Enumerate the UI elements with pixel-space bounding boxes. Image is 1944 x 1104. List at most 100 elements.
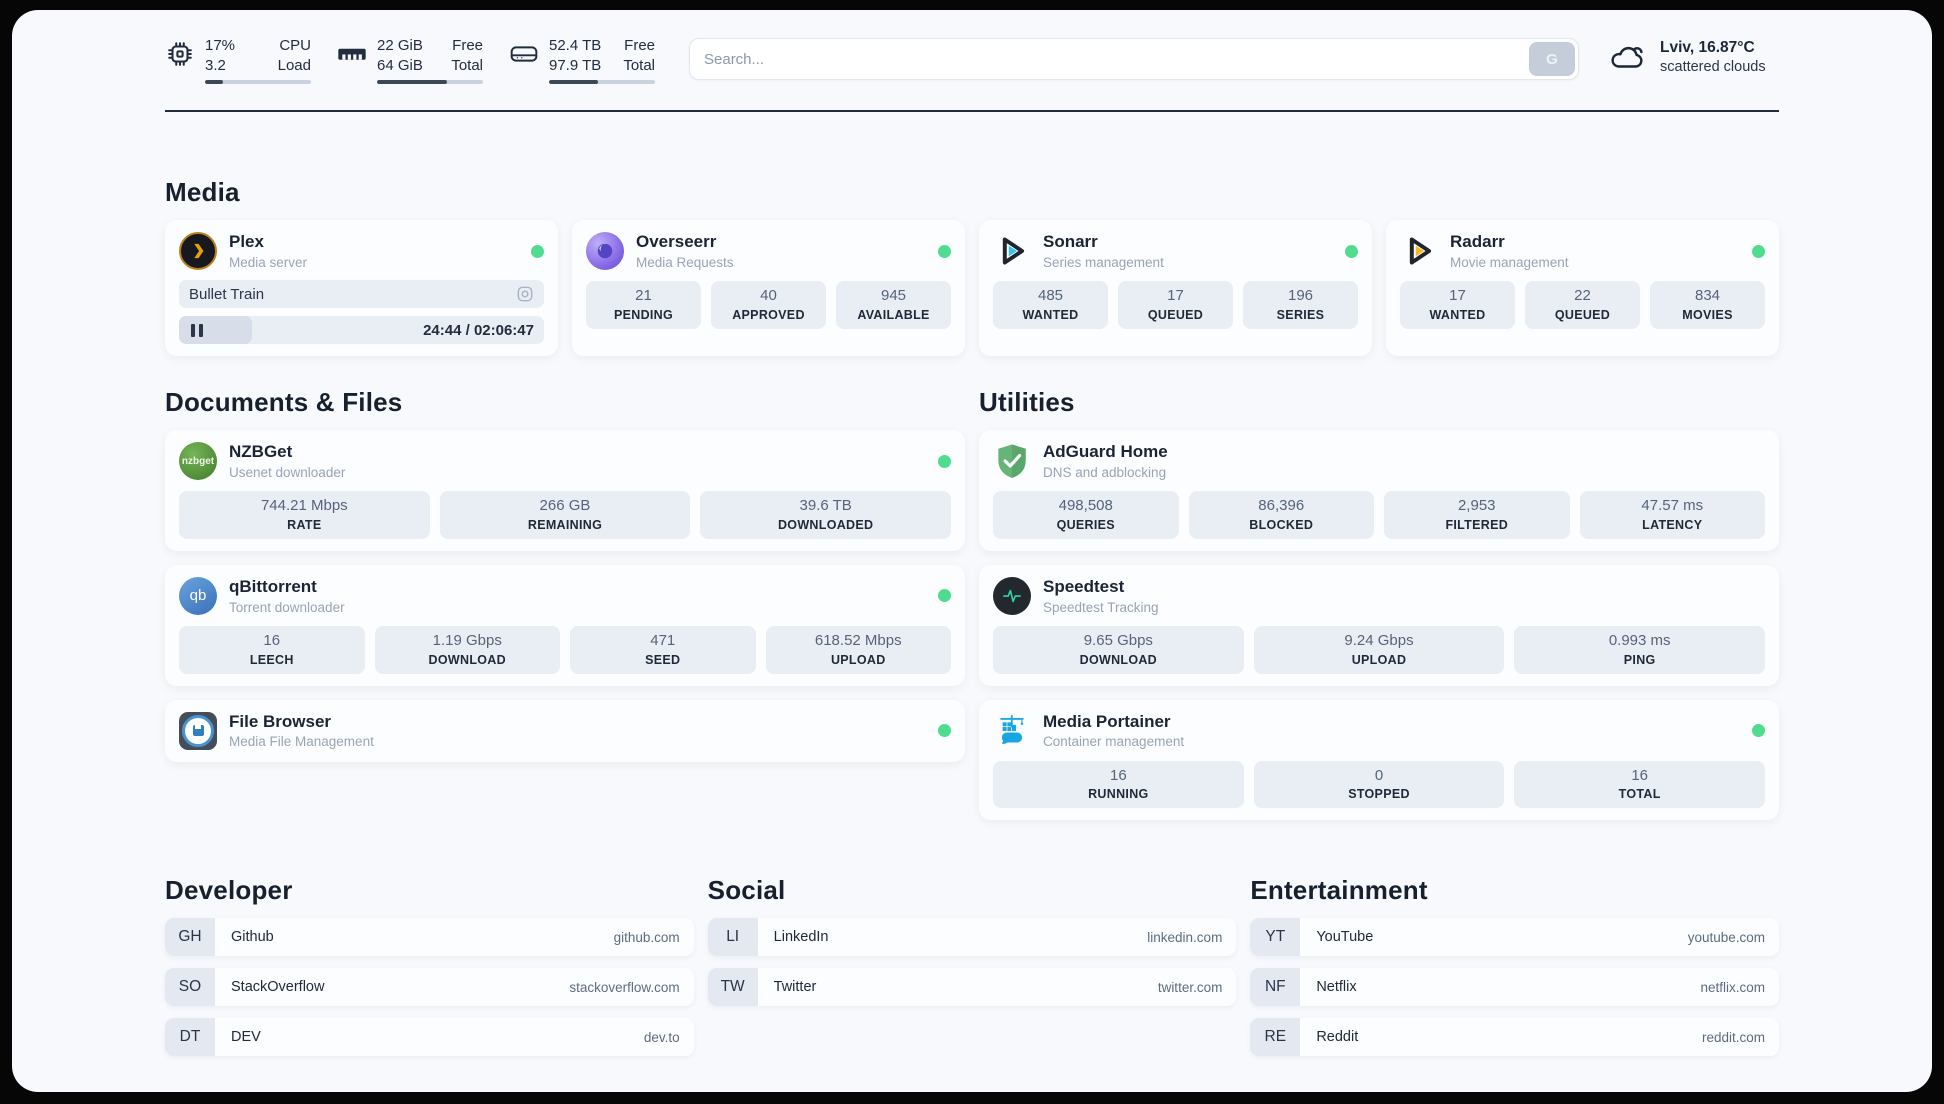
app-description: Container management xyxy=(1043,734,1185,750)
bookmark-twitter[interactable]: TW Twitter twitter.com xyxy=(707,968,1237,1007)
bookmark-name: StackOverflow xyxy=(231,979,325,996)
section-title-developer: Developer xyxy=(165,875,293,906)
app-name: Overseerr xyxy=(636,232,717,252)
app-description: Series management xyxy=(1043,254,1164,270)
section-title-utilities: Utilities xyxy=(979,387,1075,417)
pause-button[interactable] xyxy=(191,323,203,337)
sonarr-card[interactable]: Sonarr Series management 485 WANTED 17 QUE… xyxy=(979,220,1372,356)
radarr-card[interactable]: Radarr Movie management 17 WANTED 22 QUEUE… xyxy=(1386,220,1779,356)
radarr-icon xyxy=(1400,232,1438,270)
cpu-load-value: 3.2 xyxy=(205,56,226,74)
status-online-dot xyxy=(938,724,951,737)
disk-progress-bar xyxy=(549,80,655,84)
cpu-label: CPU xyxy=(279,37,311,54)
search-input[interactable] xyxy=(690,50,1578,68)
stat-leech: 16 LEECH xyxy=(179,625,365,674)
stat-wanted: 17 WANTED xyxy=(1400,281,1515,329)
disk-widget: 52.4 TB 97.9 TB Free Total xyxy=(509,36,655,84)
status-online-dot xyxy=(938,589,951,603)
memory-free-label: Free xyxy=(452,37,483,54)
dashboard-panel: 17% 3.2 CPU Load 22 GiB 64 GiB Free Tota… xyxy=(12,10,1932,1092)
bookmark-dev[interactable]: DT DEV dev.to xyxy=(165,1018,694,1057)
bookmark-netflix[interactable]: NF Netflix netflix.com xyxy=(1250,968,1779,1007)
adguard-card[interactable]: AdGuard Home DNS and adblocking 498,508 Q… xyxy=(979,430,1779,551)
stat-downloaded: 39.6 TB DOWNLOADED xyxy=(700,491,951,539)
bookmark-abbr: SO xyxy=(165,968,215,1007)
bookmark-url: linkedin.com xyxy=(1147,929,1223,945)
now-playing-title: Bullet Train xyxy=(189,285,265,303)
disk-free-label: Free xyxy=(624,37,655,54)
stat-download: 1.19 Gbps DOWNLOAD xyxy=(374,625,560,674)
status-online-dot xyxy=(531,244,544,258)
disk-total-value: 97.9 TB xyxy=(549,56,602,74)
app-description: Movie management xyxy=(1450,254,1569,270)
app-name: Sonarr xyxy=(1043,232,1098,252)
app-name: qBittorrent xyxy=(229,576,317,596)
section-title-documents: Documents & Files xyxy=(165,387,403,417)
app-name: Plex xyxy=(229,232,264,252)
stat-approved: 40 APPROVED xyxy=(711,281,826,329)
adguard-icon xyxy=(993,442,1031,480)
app-description: Usenet downloader xyxy=(229,464,346,480)
app-description: DNS and adblocking xyxy=(1043,464,1167,480)
player-time: 24:44 / 02:06:47 xyxy=(423,321,534,339)
stat-pending: 21 PENDING xyxy=(586,281,701,329)
bookmark-linkedin[interactable]: LI LinkedIn linkedin.com xyxy=(707,918,1237,957)
session-view-button[interactable] xyxy=(516,285,534,303)
filebrowser-card[interactable]: File Browser Media File Management xyxy=(165,699,965,762)
bookmark-name: YouTube xyxy=(1316,929,1374,946)
qbittorrent-card[interactable]: qb qBittorrent Torrent downloader 16 LEEC… xyxy=(165,564,965,686)
bookmark-url: github.com xyxy=(613,929,680,945)
bookmark-youtube[interactable]: YT YouTube youtube.com xyxy=(1250,918,1779,957)
stat-latency: 47.57 ms LATENCY xyxy=(1579,491,1765,539)
app-name: Speedtest xyxy=(1043,576,1125,596)
portainer-card[interactable]: Media Portainer Container management 16 R… xyxy=(979,699,1779,821)
app-name: Radarr xyxy=(1450,232,1505,252)
weather-condition: scattered clouds xyxy=(1660,59,1766,76)
bookmark-url: twitter.com xyxy=(1157,979,1223,995)
stat-total: 16 TOTAL xyxy=(1514,760,1765,809)
bookmark-github[interactable]: GH Github github.com xyxy=(165,918,694,957)
memory-total-label: Total xyxy=(451,56,483,74)
app-description: Media server xyxy=(229,254,308,270)
stat-queries: 498,508 QUERIES xyxy=(993,491,1179,539)
top-bar: 17% 3.2 CPU Load 22 GiB 64 GiB Free Tota… xyxy=(165,10,1779,84)
app-name: NZBGet xyxy=(229,442,293,462)
bookmark-name: Twitter xyxy=(773,979,817,996)
bookmark-reddit[interactable]: RE Reddit reddit.com xyxy=(1250,1018,1779,1057)
status-online-dot xyxy=(938,244,951,258)
app-description: Speedtest Tracking xyxy=(1043,599,1159,615)
plex-icon xyxy=(179,232,217,270)
bookmark-abbr: YT xyxy=(1250,918,1301,957)
stat-queued: 22 QUEUED xyxy=(1525,281,1640,329)
status-online-dot xyxy=(1345,244,1358,258)
cpu-usage-value: 17% xyxy=(205,37,236,54)
player-progress-fill xyxy=(179,316,252,344)
app-description: Media File Management xyxy=(229,734,374,750)
search-bar: G xyxy=(689,38,1579,80)
bookmark-stackoverflow[interactable]: SO StackOverflow stackoverflow.com xyxy=(165,968,694,1007)
search-engine-button[interactable]: G xyxy=(1529,42,1575,76)
bookmark-url: dev.to xyxy=(643,1029,680,1045)
bookmark-abbr: RE xyxy=(1250,1018,1301,1057)
bookmark-name: Reddit xyxy=(1316,1029,1359,1046)
topbar-divider xyxy=(165,110,1779,112)
stat-download: 9.65 Gbps DOWNLOAD xyxy=(993,625,1244,674)
cpu-widget: 17% 3.2 CPU Load xyxy=(165,36,311,84)
bookmark-url: reddit.com xyxy=(1701,1029,1765,1045)
stat-upload: 9.24 Gbps UPLOAD xyxy=(1253,625,1505,674)
overseerr-card[interactable]: Overseerr Media Requests 21 PENDING 40 APP… xyxy=(572,220,965,356)
speedtest-card[interactable]: Speedtest Speedtest Tracking 9.65 Gbps DO… xyxy=(979,564,1779,686)
qbittorrent-icon: qb xyxy=(179,576,217,615)
ram-icon xyxy=(338,48,366,60)
cpu-icon xyxy=(168,42,192,66)
stat-stopped: 0 STOPPED xyxy=(1253,760,1505,809)
status-online-dot xyxy=(938,454,951,468)
section-title-entertainment: Entertainment xyxy=(1250,875,1428,906)
player-progress-row: 24:44 / 02:06:47 xyxy=(179,316,544,344)
nzbget-card[interactable]: nzbget NZBGet Usenet downloader 744.21 M… xyxy=(165,430,965,551)
disk-icon xyxy=(510,46,538,62)
stat-available: 945 AVAILABLE xyxy=(836,281,951,329)
plex-card[interactable]: Plex Media server Bullet Train 24:44 / 0… xyxy=(165,220,558,356)
bookmark-url: youtube.com xyxy=(1687,929,1765,945)
